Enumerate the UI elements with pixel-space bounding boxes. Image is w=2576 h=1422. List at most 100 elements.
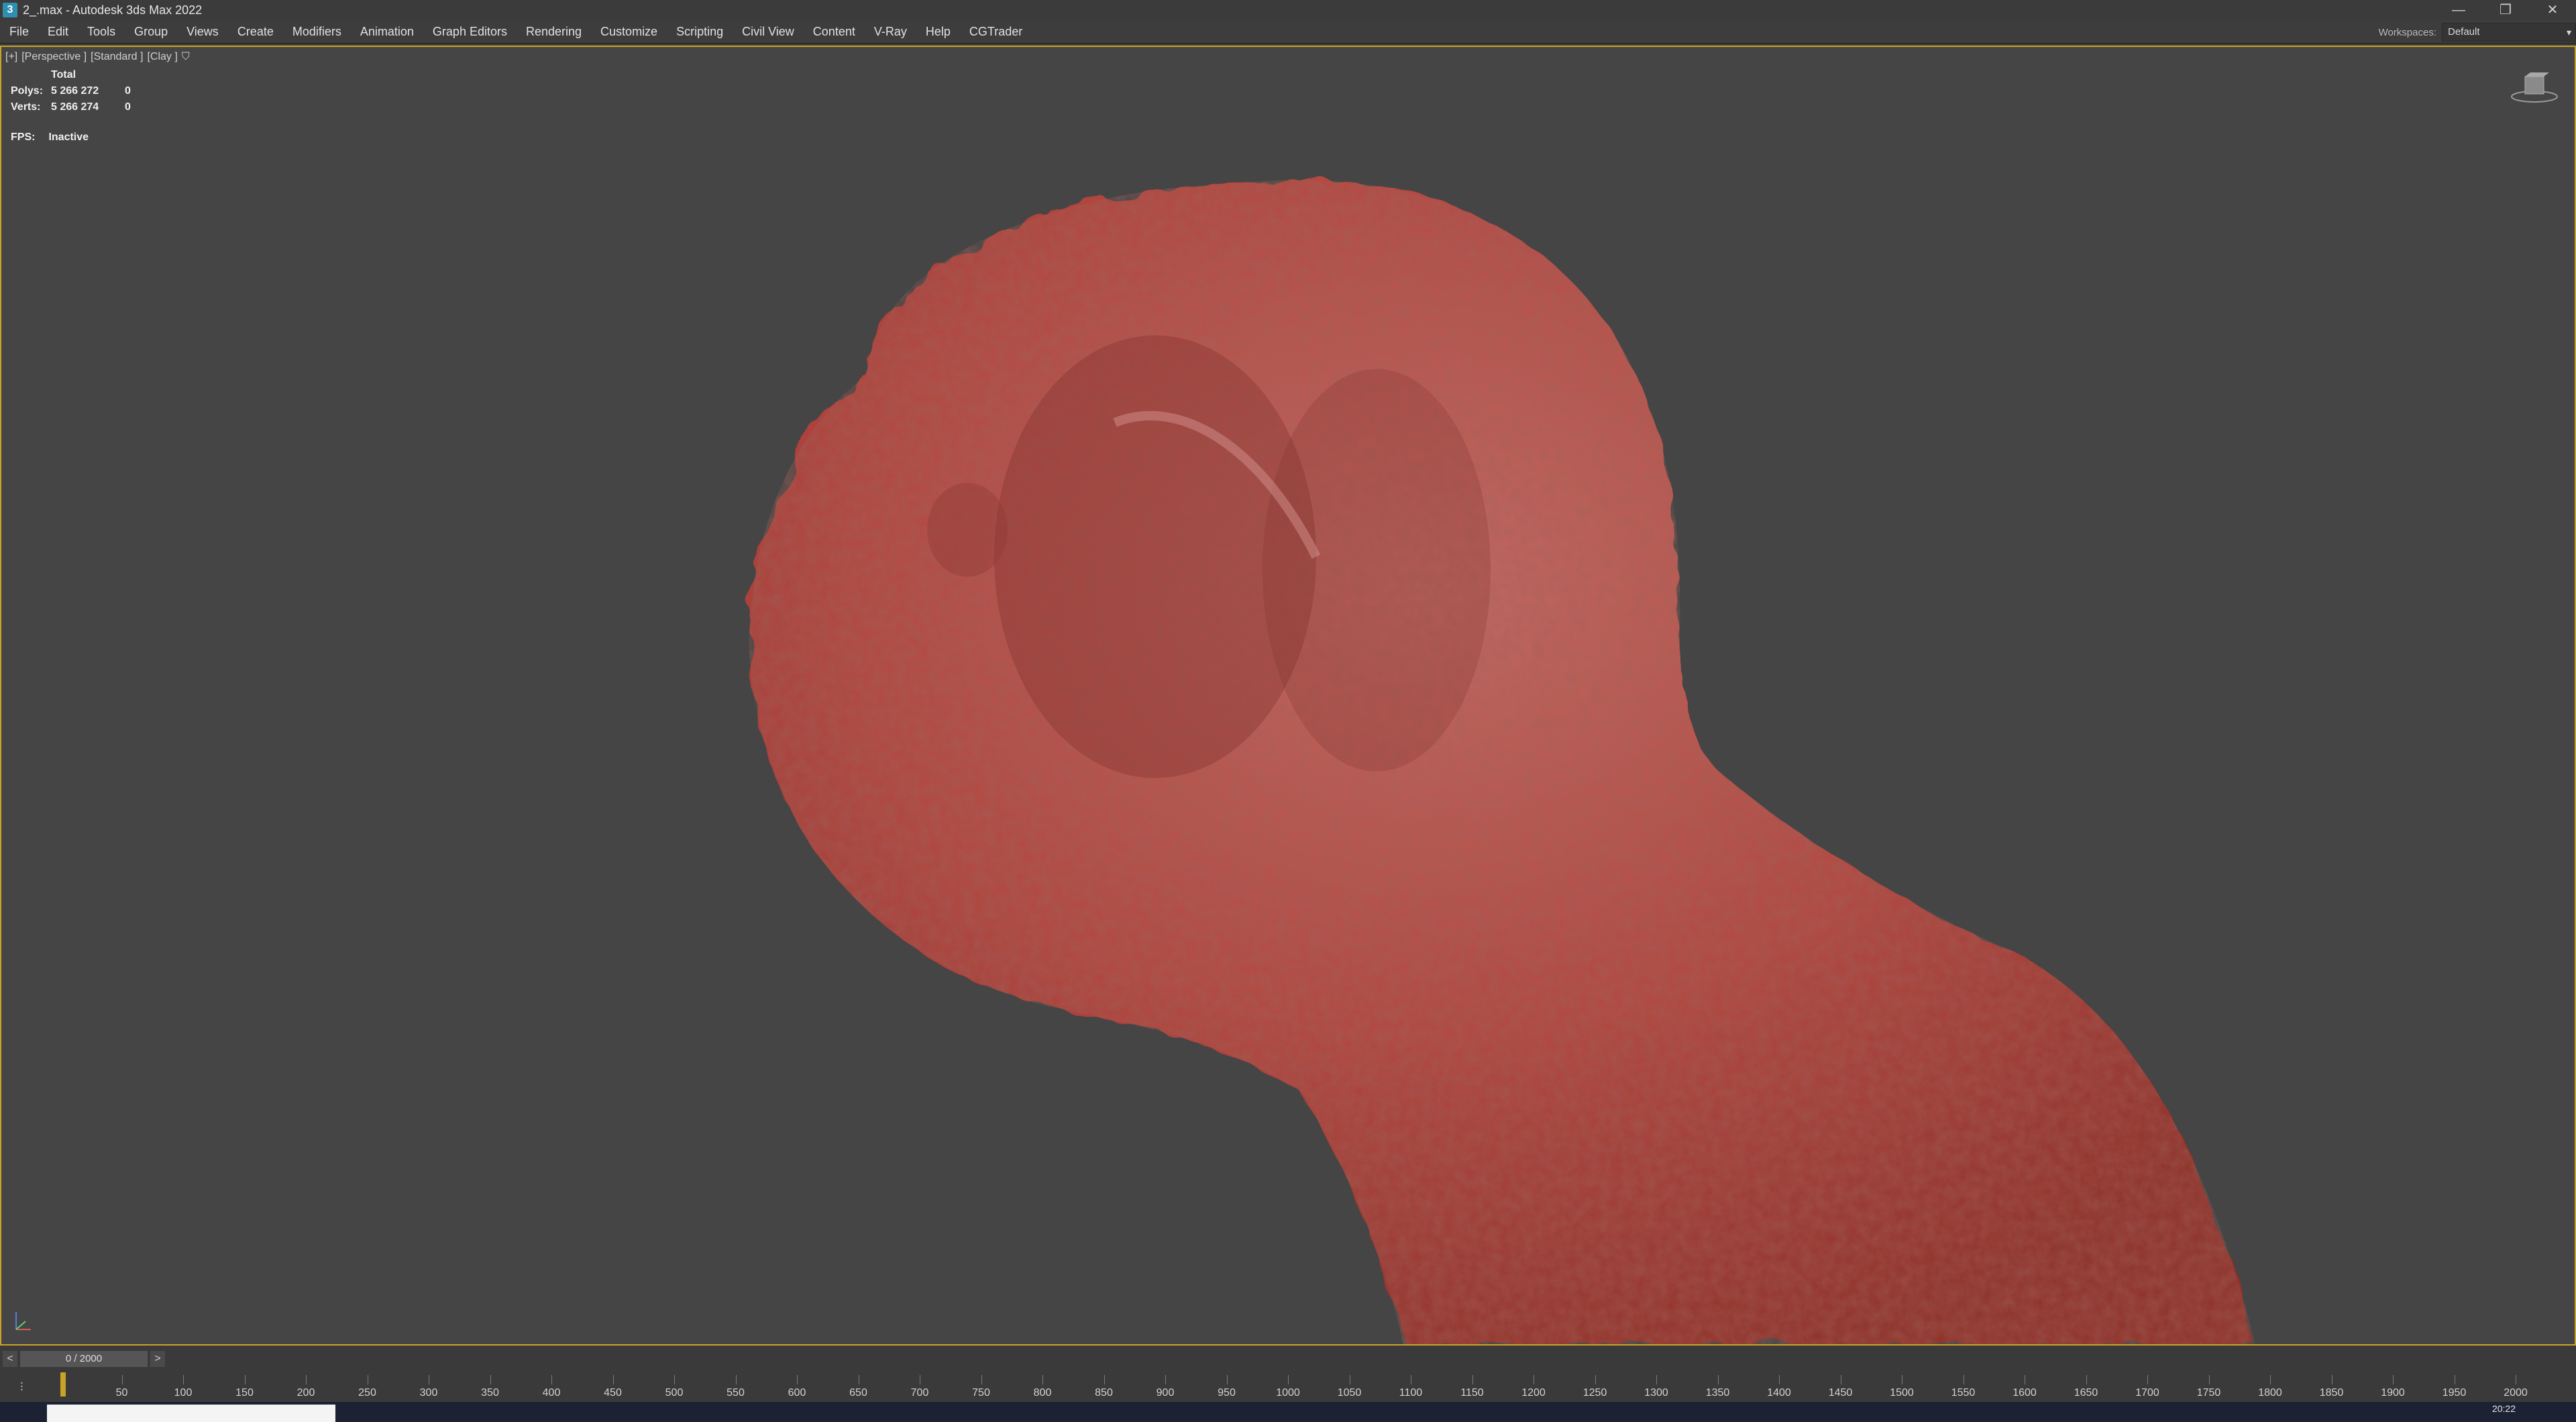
ruler-tick — [674, 1375, 675, 1384]
taskbar-search-input[interactable] — [47, 1405, 335, 1422]
ruler-tick-label: 650 — [849, 1387, 867, 1399]
track-bar[interactable]: ⫶ 50 100 150 200 250 300 350 400 450 500 550 600 650… — [0, 1372, 2576, 1402]
ruler-tick-label: 1300 — [1644, 1387, 1668, 1399]
ruler-tick-label: 2000 — [2504, 1387, 2528, 1399]
stats-header: Total — [51, 69, 76, 80]
menu-content[interactable]: Content — [804, 19, 865, 44]
ruler-tick — [1226, 1375, 1228, 1384]
menu-create[interactable]: Create — [228, 19, 283, 44]
ruler-tick — [2208, 1375, 2210, 1384]
app-icon[interactable]: 3 — [3, 3, 17, 17]
statistics-overlay: Total Polys: 5 266 272 0 Verts: 5 266 27… — [11, 67, 131, 115]
minimize-button[interactable]: — — [2435, 0, 2482, 20]
ruler-tick — [1165, 1375, 1166, 1384]
ruler-tick-label: 1850 — [2319, 1387, 2344, 1399]
ruler-tick-label: 900 — [1156, 1387, 1175, 1399]
ruler-tick — [121, 1375, 123, 1384]
menu-rendering[interactable]: Rendering — [517, 19, 591, 44]
ruler-tick-label: 1050 — [1337, 1387, 1362, 1399]
ruler-tick — [1288, 1375, 1289, 1384]
playhead[interactable] — [60, 1372, 66, 1397]
ruler-tick — [1779, 1375, 1780, 1384]
menu-vray[interactable]: V-Ray — [865, 19, 916, 44]
time-slider-handle[interactable]: 0 / 2000 — [20, 1351, 148, 1367]
polys-selected: 0 — [125, 85, 131, 97]
verts-value: 5 266 274 — [51, 101, 99, 113]
ruler-tick — [244, 1375, 246, 1384]
ruler-tick-label: 400 — [542, 1387, 561, 1399]
ruler-tick-label: 250 — [358, 1387, 376, 1399]
ruler-tick-label: 1700 — [2135, 1387, 2159, 1399]
ruler-tick-label: 1950 — [2442, 1387, 2467, 1399]
ruler-tick — [1472, 1375, 1473, 1384]
ruler-tick — [2393, 1375, 2394, 1384]
menu-tools[interactable]: Tools — [78, 19, 125, 44]
menu-bar: File Edit Tools Group Views Create Modif… — [0, 20, 2576, 44]
ruler-tick — [1717, 1375, 1719, 1384]
ruler-tick-label: 1550 — [1951, 1387, 1976, 1399]
previous-frame-button[interactable]: < — [3, 1351, 17, 1367]
ruler-tick-label: 1100 — [1399, 1387, 1423, 1399]
ruler-tick-label: 1900 — [2381, 1387, 2405, 1399]
curve-editor-icon[interactable]: ⫶ — [20, 1380, 23, 1394]
axis-tripod-icon — [15, 1312, 31, 1330]
ruler-tick-label: 850 — [1095, 1387, 1113, 1399]
workspaces-value: Default — [2448, 26, 2480, 38]
menu-edit[interactable]: Edit — [38, 19, 78, 44]
ruler-tick-label: 1150 — [1460, 1387, 1484, 1399]
menu-scripting[interactable]: Scripting — [667, 19, 733, 44]
workspaces-label: Workspaces: — [2378, 26, 2436, 38]
ruler-tick-label: 600 — [788, 1387, 806, 1399]
verts-label: Verts: — [11, 101, 41, 113]
taskbar-clock: 20:22 — [2491, 1403, 2516, 1414]
ruler-tick-label: 350 — [481, 1387, 499, 1399]
ruler-tick — [2147, 1375, 2148, 1384]
menu-cgtrader[interactable]: CGTrader — [960, 19, 1032, 44]
menu-graph-editors[interactable]: Graph Editors — [423, 19, 517, 44]
ruler-tick — [612, 1375, 614, 1384]
window-controls: — ❐ ✕ — [2435, 0, 2576, 20]
ruler-tick — [981, 1375, 982, 1384]
filter-icon[interactable]: ⛉ — [182, 51, 190, 63]
verts-selected: 0 — [125, 101, 131, 113]
menu-views[interactable]: Views — [177, 19, 228, 44]
ruler-tick-label: 500 — [665, 1387, 684, 1399]
menu-group[interactable]: Group — [125, 19, 177, 44]
ruler-tick-label: 300 — [419, 1387, 438, 1399]
fps-label: FPS: — [11, 131, 36, 143]
viewport-shading[interactable]: [Clay ] — [147, 51, 177, 63]
viewcube-icon[interactable] — [2508, 67, 2561, 107]
menu-customize[interactable]: Customize — [591, 19, 667, 44]
fps-value: Inactive — [48, 131, 89, 143]
ruler-tick-label: 1400 — [1767, 1387, 1791, 1399]
ruler-tick — [2270, 1375, 2271, 1384]
frame-ruler[interactable]: 50 100 150 200 250 300 350 400 450 500 550 600 650 70… — [60, 1375, 2556, 1402]
viewport-menu-plus[interactable]: [+] — [5, 51, 17, 63]
fps-overlay: FPS: Inactive — [11, 131, 89, 144]
menu-civil-view[interactable]: Civil View — [733, 19, 804, 44]
menu-modifiers[interactable]: Modifiers — [283, 19, 351, 44]
restore-button[interactable]: ❐ — [2482, 0, 2529, 20]
windows-taskbar: 20:22 — [0, 1402, 2576, 1422]
menu-help[interactable]: Help — [916, 19, 960, 44]
workspaces-dropdown[interactable]: Default ▾ — [2442, 23, 2576, 42]
perspective-viewport[interactable]: [+] [Perspective ] [Standard ] [Clay ] ⛉… — [0, 46, 2576, 1346]
ruler-tick — [797, 1375, 798, 1384]
ruler-tick — [735, 1375, 737, 1384]
menu-file[interactable]: File — [0, 19, 38, 44]
menu-animation[interactable]: Animation — [351, 19, 423, 44]
viewport-canvas — [749, 180, 2255, 1344]
viewport-label[interactable]: [+] [Perspective ] [Standard ] [Clay ] ⛉ — [5, 51, 190, 63]
ruler-tick — [183, 1375, 184, 1384]
ruler-tick-label: 1200 — [1521, 1387, 1546, 1399]
ruler-tick-label: 200 — [297, 1387, 315, 1399]
ruler-tick-label: 1250 — [1582, 1387, 1607, 1399]
ruler-tick-label: 450 — [604, 1387, 622, 1399]
close-button[interactable]: ✕ — [2529, 0, 2576, 20]
ruler-tick-label: 1450 — [1828, 1387, 1853, 1399]
next-frame-button[interactable]: > — [150, 1351, 165, 1367]
viewport-point-of-view[interactable]: [Perspective ] — [21, 51, 87, 63]
ruler-tick-label: 1600 — [2012, 1387, 2037, 1399]
viewport-standard[interactable]: [Standard ] — [91, 51, 143, 63]
ruler-tick-label: 1650 — [2074, 1387, 2098, 1399]
